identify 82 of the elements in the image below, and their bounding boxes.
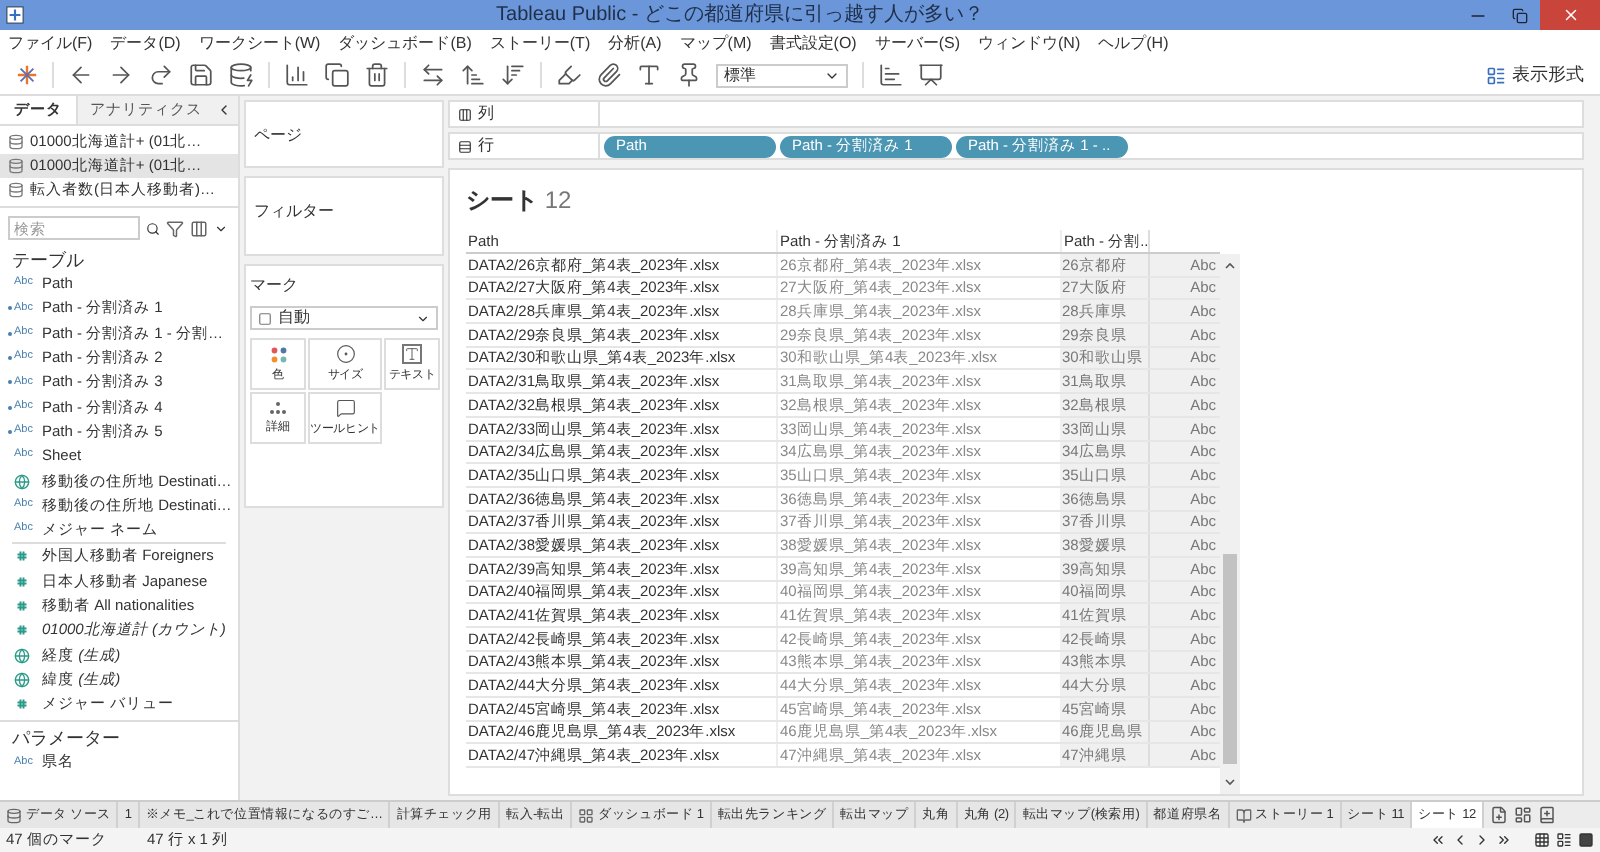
scrollbar-drawing[interactable] bbox=[1220, 254, 1240, 794]
menu-item[interactable]: 書式設定(O) bbox=[769, 31, 857, 55]
database-icon bbox=[8, 134, 24, 150]
text-icon bbox=[402, 344, 422, 364]
card-title: フィルター bbox=[254, 202, 334, 220]
chart-icon[interactable] bbox=[878, 62, 904, 88]
dots-icon bbox=[269, 345, 287, 363]
card-title: マーク bbox=[250, 274, 300, 298]
new-dashboard-icon[interactable] bbox=[1513, 806, 1532, 824]
highlighter-icon[interactable] bbox=[556, 62, 582, 88]
menu-item[interactable]: ストーリー(T) bbox=[489, 31, 591, 55]
globe-icon bbox=[14, 647, 30, 664]
columns-icon bbox=[458, 107, 472, 121]
menu-item[interactable]: 分析(A) bbox=[608, 31, 662, 55]
show-me-button[interactable]: 表示形式 bbox=[1486, 61, 1584, 89]
square-icon bbox=[258, 311, 272, 325]
back-icon[interactable] bbox=[68, 62, 94, 88]
collapse-icon[interactable] bbox=[216, 102, 232, 118]
window-title: Tableau Public - どこの都道府県に引っ越す人が多い？ bbox=[494, 1, 986, 30]
sheet-title: シート 12 bbox=[466, 184, 574, 218]
presentation-icon[interactable] bbox=[918, 62, 944, 88]
hash-icon bbox=[16, 624, 28, 637]
square-icon[interactable] bbox=[1578, 832, 1594, 848]
columns-shelf: 列 bbox=[448, 100, 1584, 128]
grid-icon[interactable] bbox=[1534, 832, 1550, 848]
redo-icon[interactable] bbox=[148, 62, 174, 88]
globe-icon bbox=[14, 473, 30, 490]
menu-item[interactable]: マップ(M) bbox=[679, 31, 752, 55]
menu-item[interactable]: ワークシート(W) bbox=[198, 31, 321, 55]
hash-icon bbox=[16, 550, 28, 563]
menu-item[interactable]: ダッシュボード(B) bbox=[338, 31, 472, 55]
clear-icon[interactable] bbox=[364, 62, 390, 88]
sort-ascending-icon[interactable] bbox=[460, 62, 486, 88]
speech-bubble-icon bbox=[335, 398, 355, 418]
caret-icon bbox=[416, 311, 430, 325]
dots-icon bbox=[268, 400, 288, 416]
new-story-icon[interactable] bbox=[1537, 806, 1556, 824]
columns-icon[interactable] bbox=[190, 219, 208, 237]
menu-item[interactable]: ウィンドウ(N) bbox=[978, 31, 1081, 55]
new-data-source-icon[interactable] bbox=[228, 62, 254, 88]
rows-icon bbox=[458, 139, 472, 153]
section-heading: テーブル bbox=[10, 248, 86, 272]
menu-item[interactable]: ファイル(F) bbox=[8, 31, 93, 55]
text-icon[interactable] bbox=[636, 62, 662, 88]
sort-descending-icon[interactable] bbox=[500, 62, 526, 88]
restore-icon[interactable] bbox=[1512, 7, 1528, 23]
pin-icon[interactable] bbox=[676, 62, 702, 88]
previous-icon[interactable] bbox=[1452, 832, 1468, 848]
fit-dropdown[interactable]: 標準 bbox=[716, 63, 848, 87]
section-heading: パラメーター bbox=[10, 726, 122, 751]
first-icon[interactable] bbox=[1430, 832, 1446, 848]
bars-icon bbox=[1486, 65, 1506, 85]
menu-item[interactable]: ヘルプ(H) bbox=[1098, 31, 1169, 55]
duplicate-icon[interactable] bbox=[324, 62, 350, 88]
app-icon bbox=[6, 6, 24, 24]
book-icon bbox=[1235, 807, 1252, 823]
card-title: ページ bbox=[254, 126, 302, 144]
save-icon[interactable] bbox=[188, 62, 214, 88]
close-icon bbox=[1561, 6, 1579, 24]
mark-type-dropdown[interactable]: 自動 bbox=[250, 306, 438, 330]
grid-icon bbox=[578, 807, 595, 823]
last-icon[interactable] bbox=[1496, 832, 1512, 848]
globe-icon bbox=[14, 671, 30, 688]
hash-icon bbox=[16, 600, 28, 612]
hash-icon bbox=[16, 575, 28, 588]
new-sheet-icon[interactable] bbox=[284, 62, 310, 88]
database-icon bbox=[8, 182, 24, 198]
list-icon[interactable] bbox=[1556, 832, 1572, 848]
logo-icon[interactable] bbox=[16, 64, 38, 86]
hash-icon bbox=[16, 698, 28, 711]
menu-item[interactable]: データ(D) bbox=[110, 31, 181, 55]
filter-icon[interactable] bbox=[166, 219, 184, 237]
caret-icon[interactable] bbox=[214, 221, 228, 235]
paperclip-icon[interactable] bbox=[596, 62, 622, 88]
menu-item[interactable]: サーバー(S) bbox=[874, 31, 961, 55]
next-icon[interactable] bbox=[1474, 832, 1490, 848]
search-icon[interactable] bbox=[146, 221, 160, 235]
database-icon bbox=[8, 158, 24, 174]
database-icon bbox=[6, 807, 22, 823]
swap-icon[interactable] bbox=[420, 62, 446, 88]
forward-icon[interactable] bbox=[108, 62, 134, 88]
new-sheet-icon[interactable] bbox=[1489, 806, 1508, 824]
